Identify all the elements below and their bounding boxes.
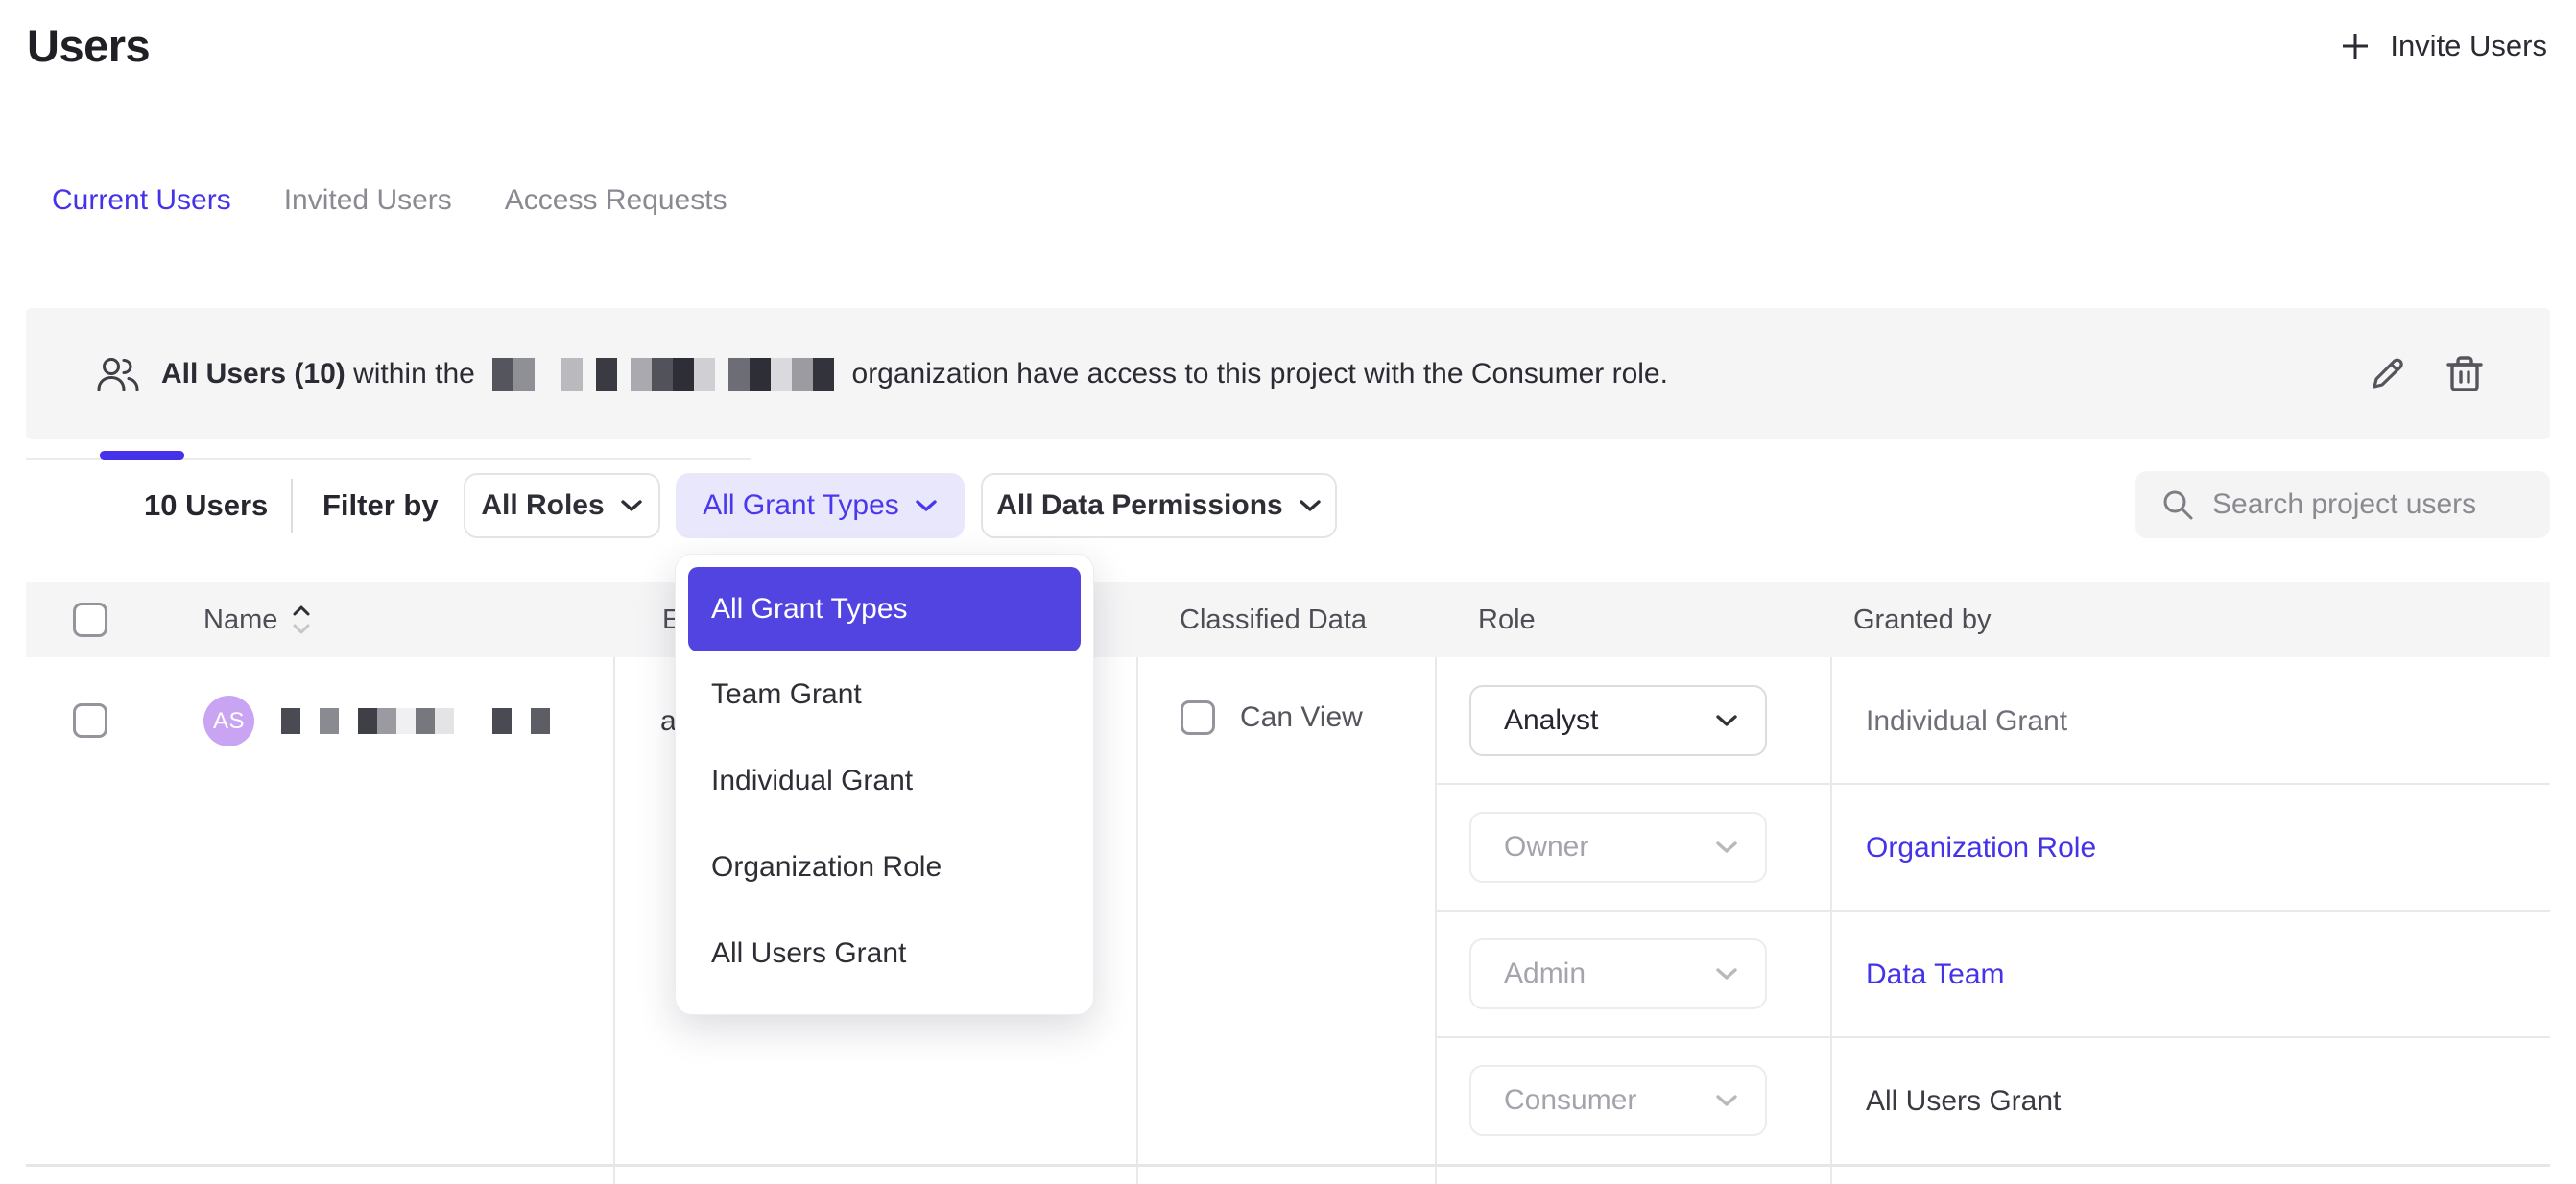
grant-row: Analyst Individual Grant bbox=[1436, 657, 2550, 784]
redacted-organization-name bbox=[492, 358, 834, 391]
search-icon bbox=[2160, 487, 2195, 522]
column-header-granted-by: Granted by bbox=[1853, 582, 1991, 657]
role-select-admin: Admin bbox=[1469, 938, 1767, 1009]
filter-by-label: Filter by bbox=[322, 488, 439, 523]
banner-pre: within the bbox=[346, 358, 483, 391]
grant-row: Admin Data Team bbox=[1436, 911, 2550, 1037]
grant-type-dropdown: All Grant Types Team Grant Individual Gr… bbox=[675, 554, 1094, 1015]
role-select-owner: Owner bbox=[1469, 812, 1767, 883]
menu-item-individual-grant[interactable]: Individual Grant bbox=[688, 738, 1081, 824]
tab-bar: Current Users Invited Users Access Reque… bbox=[52, 184, 727, 217]
table-header: Name Email Classified Data Role Granted … bbox=[26, 582, 2550, 657]
users-page: Users Invite Users Current Users Invited… bbox=[0, 0, 2576, 1184]
search-input[interactable] bbox=[2212, 488, 2529, 521]
role-select-value: Owner bbox=[1504, 831, 1715, 864]
menu-item-organization-role[interactable]: Organization Role bbox=[688, 824, 1081, 911]
search-project-users[interactable] bbox=[2135, 471, 2550, 538]
chevron-down-icon bbox=[1715, 714, 1738, 728]
tab-invited-users[interactable]: Invited Users bbox=[284, 184, 452, 217]
invite-users-button[interactable]: Invite Users bbox=[2338, 29, 2547, 63]
chevron-down-icon bbox=[1299, 499, 1322, 513]
classified-data-cell: Can View bbox=[1181, 700, 1363, 735]
column-header-name[interactable]: Name bbox=[203, 582, 312, 657]
banner-post: organization have access to this project… bbox=[844, 358, 1668, 391]
granted-by-value: Individual Grant bbox=[1866, 705, 2067, 738]
divider bbox=[291, 479, 293, 533]
column-header-role: Role bbox=[1478, 582, 1536, 657]
tab-access-requests[interactable]: Access Requests bbox=[505, 184, 727, 217]
all-users-banner: All Users (10) within the organization h… bbox=[26, 308, 2550, 439]
filter-all-roles[interactable]: All Roles bbox=[464, 473, 660, 538]
banner-text: All Users (10) within the organization h… bbox=[161, 358, 1668, 391]
filter-row: 10 Users Filter by All Roles All Grant T… bbox=[0, 471, 2576, 548]
filter-all-data-permissions[interactable]: All Data Permissions bbox=[981, 473, 1337, 538]
column-header-role-label: Role bbox=[1478, 604, 1536, 636]
delete-trash-icon[interactable] bbox=[2445, 353, 2485, 395]
active-tab-indicator bbox=[100, 451, 184, 460]
column-header-classified-label: Classified Data bbox=[1180, 604, 1367, 636]
filter-all-roles-label: All Roles bbox=[481, 489, 604, 522]
column-divider bbox=[1136, 657, 1138, 1184]
column-divider bbox=[613, 657, 615, 1184]
menu-item-team-grant[interactable]: Team Grant bbox=[688, 651, 1081, 738]
chevron-down-icon bbox=[620, 499, 643, 513]
users-count: 10 Users bbox=[144, 488, 268, 523]
invite-users-label: Invite Users bbox=[2390, 29, 2547, 63]
chevron-down-icon bbox=[1715, 1094, 1738, 1108]
select-all-checkbox[interactable] bbox=[73, 603, 107, 637]
chevron-down-icon bbox=[915, 499, 938, 513]
page-title: Users bbox=[27, 19, 150, 72]
role-select-value: Analyst bbox=[1504, 704, 1715, 737]
role-select-analyst[interactable]: Analyst bbox=[1469, 685, 1767, 756]
redacted-user-name bbox=[281, 708, 550, 734]
role-select-consumer: Consumer bbox=[1469, 1065, 1767, 1136]
grant-row: Owner Organization Role bbox=[1436, 784, 2550, 911]
filter-all-grant-types-label: All Grant Types bbox=[703, 489, 899, 522]
granted-by-link[interactable]: Data Team bbox=[1866, 959, 2005, 991]
sort-icon bbox=[291, 604, 312, 636]
users-group-icon bbox=[96, 355, 140, 393]
granted-by-link[interactable]: Organization Role bbox=[1866, 832, 2096, 864]
row-checkbox[interactable] bbox=[73, 703, 107, 738]
can-view-checkbox[interactable] bbox=[1181, 700, 1215, 735]
row-bottom-border bbox=[26, 1164, 2550, 1167]
chevron-down-icon bbox=[1715, 967, 1738, 982]
menu-item-all-grant-types[interactable]: All Grant Types bbox=[688, 567, 1081, 651]
granted-by-value: All Users Grant bbox=[1866, 1085, 2061, 1118]
filter-all-grant-types[interactable]: All Grant Types bbox=[676, 473, 965, 538]
avatar: AS bbox=[203, 696, 254, 746]
chevron-down-icon bbox=[1715, 841, 1738, 855]
role-select-value: Consumer bbox=[1504, 1084, 1715, 1117]
filter-all-data-permissions-label: All Data Permissions bbox=[996, 489, 1282, 522]
can-view-label: Can View bbox=[1240, 701, 1363, 734]
banner-actions bbox=[2366, 308, 2485, 439]
plus-icon bbox=[2338, 29, 2373, 63]
grant-row: Consumer All Users Grant bbox=[1436, 1037, 2550, 1164]
menu-item-all-users-grant[interactable]: All Users Grant bbox=[688, 911, 1081, 997]
table-body: AS a Can View Analyst Individual Grant O… bbox=[0, 657, 2576, 1184]
banner-bold: All Users (10) bbox=[161, 358, 346, 391]
tab-current-users[interactable]: Current Users bbox=[52, 184, 231, 217]
edit-pencil-icon[interactable] bbox=[2366, 353, 2408, 395]
role-select-value: Admin bbox=[1504, 958, 1715, 990]
column-header-classified-data: Classified Data bbox=[1180, 582, 1367, 657]
column-header-granted-by-label: Granted by bbox=[1853, 604, 1991, 636]
column-header-name-label: Name bbox=[203, 604, 277, 636]
